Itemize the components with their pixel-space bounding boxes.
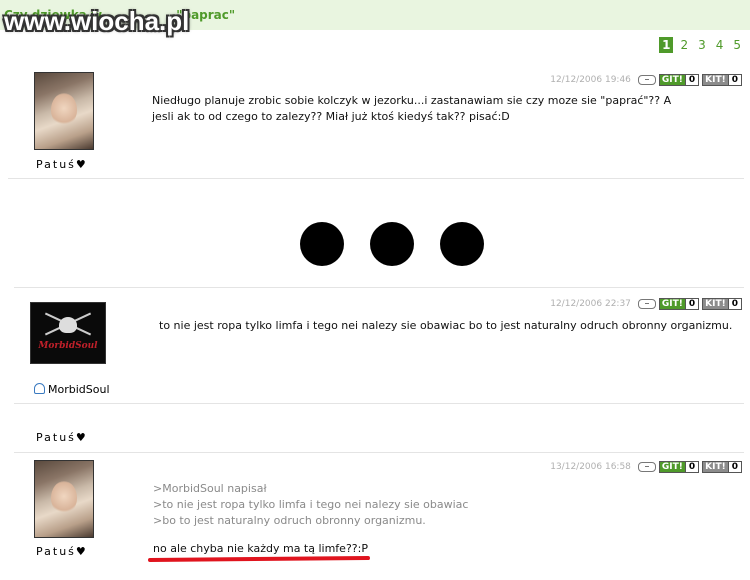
post-meta: 12/12/2006 19:46 GIT! 0 KIT! 0 [550,74,742,86]
post-meta: 12/12/2006 22:37 GIT! 0 KIT! 0 [550,298,742,310]
permalink-icon[interactable] [637,299,656,309]
git-vote-button[interactable]: GIT! 0 [658,74,700,86]
kit-vote-button[interactable]: KIT! 0 [702,298,742,310]
divider [14,287,744,288]
page-3-link[interactable]: 3 [695,37,709,53]
divider [14,403,744,404]
kit-vote-button[interactable]: KIT! 0 [702,461,742,473]
post-author-row: MorbidSoul [34,383,110,396]
permalink-icon[interactable] [637,462,656,472]
post-author[interactable]: MorbidSoul [48,383,110,396]
pagination: 1 2 3 4 5 [659,37,744,53]
ellipsis-dot [300,222,344,266]
quote-line: >bo to jest naturalny odruch obronny org… [153,514,426,527]
post-body: Niedługo planuje zrobic sobie kolczyk w … [152,94,672,123]
git-vote-button[interactable]: GIT! 0 [658,461,700,473]
quote-line: >MorbidSoul napisał [153,482,267,495]
avatar-band-logo: MorbidSoul [38,341,98,351]
avatar[interactable]: MorbidSoul [30,302,106,364]
post-body: to nie jest ropa tylko limfa i tego nei … [159,319,733,332]
avatar[interactable] [34,460,94,538]
page-2-link[interactable]: 2 [677,37,691,53]
permalink-icon[interactable] [637,75,656,85]
page-4-link[interactable]: 4 [713,37,727,53]
post-meta: 13/12/2006 16:58 GIT! 0 KIT! 0 [550,461,742,473]
divider [14,452,744,453]
user-icon [34,383,45,394]
watermark-logo: www.wiocha.pl [4,6,190,36]
quote-line: >to nie jest ropa tylko limfa i tego nei… [153,498,469,511]
post-date: 13/12/2006 16:58 [550,462,631,472]
page-1-link[interactable]: 1 [659,37,674,53]
page-5-link[interactable]: 5 [730,37,744,53]
highlight-underline [147,556,371,562]
post-author[interactable]: Patuś♥ [36,158,88,171]
post-body: no ale chyba nie każdy ma tą limfe??:P [153,542,368,555]
git-vote-button[interactable]: GIT! 0 [658,298,700,310]
kit-vote-button[interactable]: KIT! 0 [702,74,742,86]
ellipsis-dot [440,222,484,266]
post-date: 12/12/2006 19:46 [550,75,631,85]
post-author[interactable]: Patuś♥ [36,545,88,558]
skull-icon [59,317,77,333]
quote-block: >MorbidSoul napisał >to nie jest ropa tyl… [153,481,468,529]
post-author[interactable]: Patuś♥ [36,431,88,444]
ellipsis-dot [370,222,414,266]
post-date: 12/12/2006 22:37 [550,299,631,309]
avatar[interactable] [34,72,94,150]
divider [8,178,744,179]
